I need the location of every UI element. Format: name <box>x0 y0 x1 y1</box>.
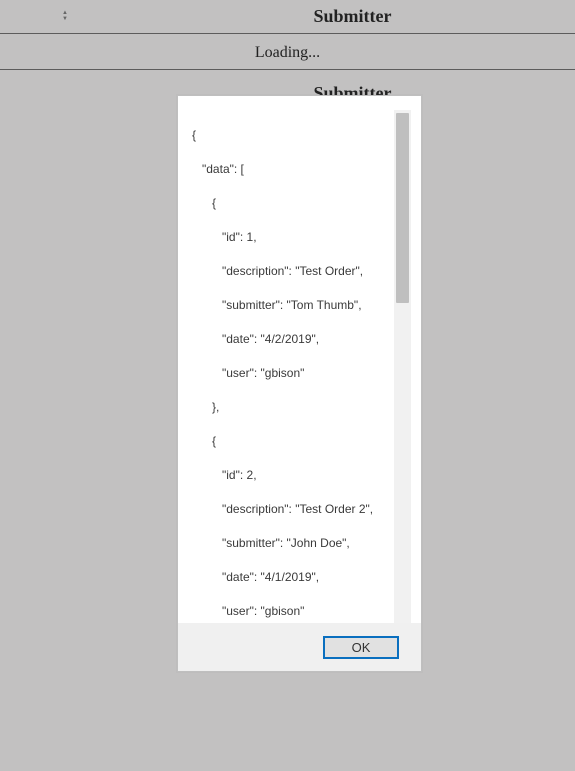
dialog-scrollbar[interactable] <box>394 110 411 623</box>
json-line: "id": 2, <box>192 467 388 484</box>
json-line: "id": 1, <box>192 229 388 246</box>
sort-icon: ▲▼ <box>62 11 68 22</box>
json-line: "data": [ <box>192 161 388 178</box>
json-line: "description": "Test Order 2", <box>192 501 388 518</box>
ok-button[interactable]: OK <box>323 636 399 659</box>
table-header-row: ▲▼ Submitter <box>0 0 575 34</box>
scrollbar-thumb[interactable] <box>396 113 409 303</box>
json-line: "description": "Test Order", <box>192 263 388 280</box>
sort-column-header[interactable]: ▲▼ <box>0 0 130 33</box>
loading-text: Loading... <box>255 44 320 62</box>
json-line: { <box>192 127 388 144</box>
json-line: "submitter": "John Doe", <box>192 535 388 552</box>
json-line: "submitter": "Tom Thumb", <box>192 297 388 314</box>
alert-dialog: { "data": [ { "id": 1, "description": "T… <box>177 95 422 672</box>
column-header-submitter[interactable]: Submitter <box>130 6 575 27</box>
json-line: }, <box>192 399 388 416</box>
json-line: { <box>192 433 388 450</box>
alert-footer: OK <box>178 623 421 671</box>
json-line: "date": "4/2/2019", <box>192 331 388 348</box>
alert-body: { "data": [ { "id": 1, "description": "T… <box>178 96 421 623</box>
json-line: { <box>192 195 388 212</box>
alert-text: { "data": [ { "id": 1, "description": "T… <box>192 110 388 623</box>
loading-row: Loading... <box>0 36 575 70</box>
json-line: "user": "gbison" <box>192 365 388 382</box>
json-line: "date": "4/1/2019", <box>192 569 388 586</box>
json-line: "user": "gbison" <box>192 603 388 620</box>
